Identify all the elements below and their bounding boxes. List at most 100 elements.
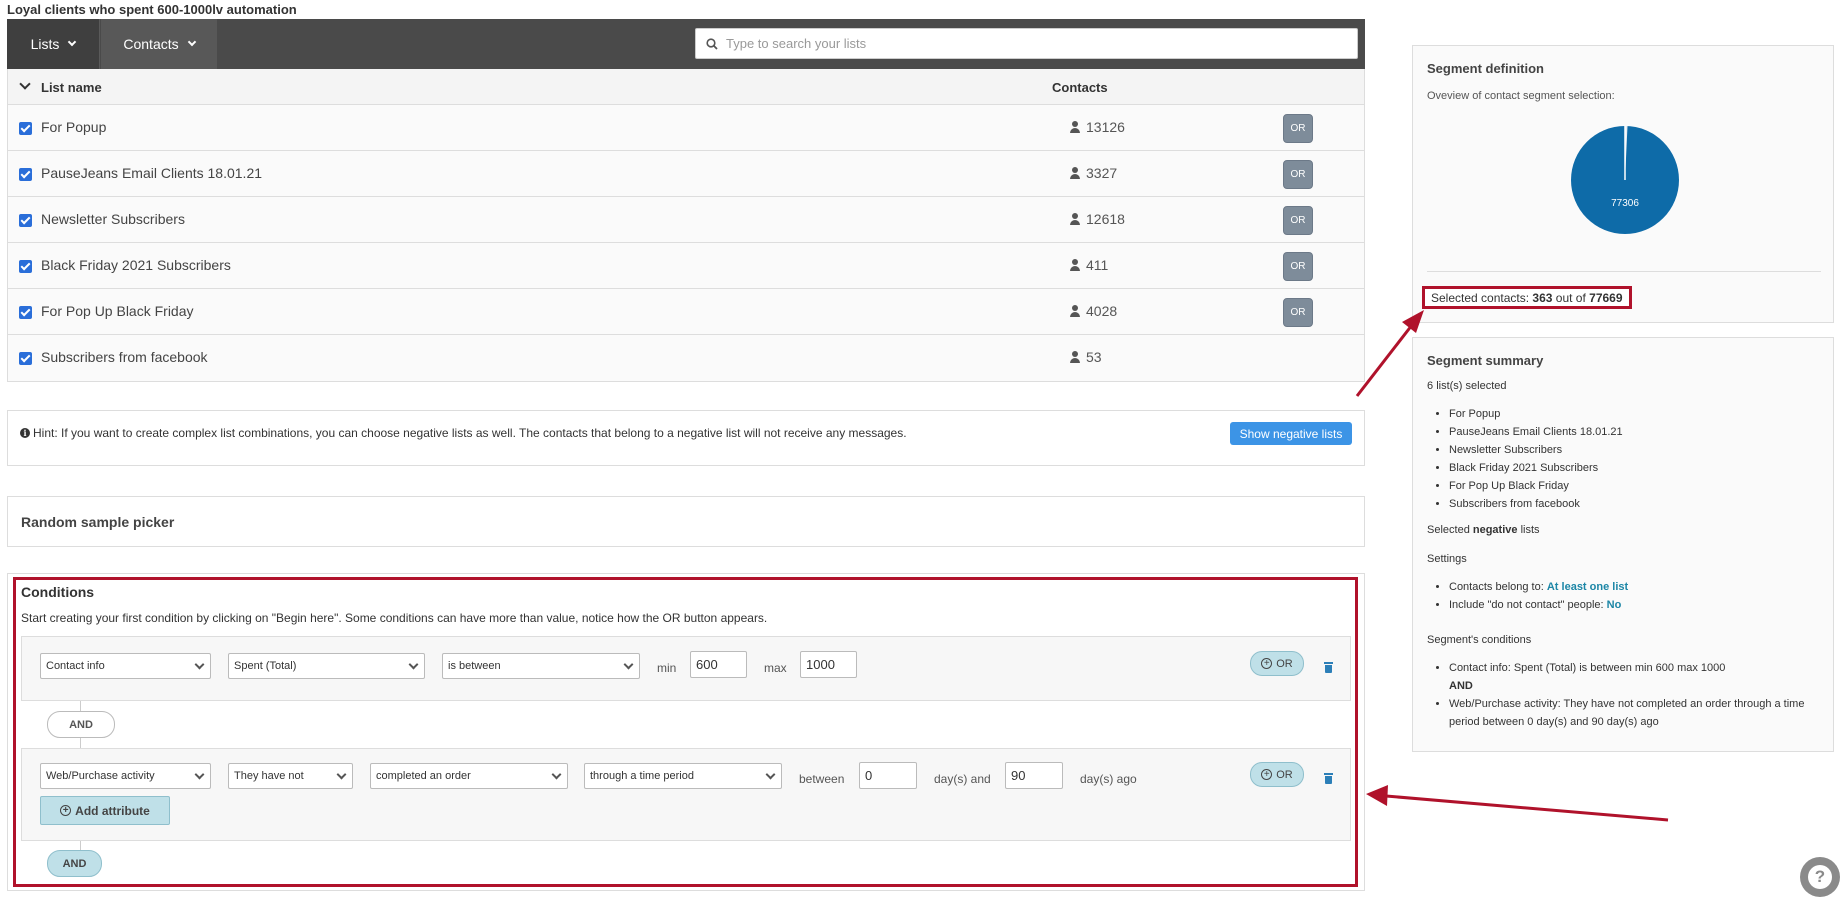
condition-attribute-select[interactable]: Spent (Total) — [228, 653, 425, 679]
conditions-title: Conditions — [21, 584, 95, 600]
condition-action-select[interactable]: completed an order — [370, 763, 568, 789]
contacts-count: 13126 — [1070, 119, 1125, 135]
from-days-input[interactable]: 0 — [859, 762, 917, 789]
belong-label: Contacts belong to: — [1449, 581, 1544, 593]
column-header-list-name: List name — [41, 80, 102, 95]
condition-block — [21, 636, 1351, 701]
condition-block — [21, 748, 1351, 841]
min-label: min — [657, 661, 677, 675]
help-button[interactable]: ? — [1800, 857, 1840, 897]
lists-label: Lists — [30, 36, 60, 52]
person-icon — [1070, 351, 1080, 363]
or-label: OR — [1276, 657, 1293, 670]
max-value-input[interactable]: 1000 — [800, 651, 857, 678]
show-negative-lists-button[interactable]: Show negative lists — [1230, 422, 1352, 445]
contacts-count-value: 12618 — [1086, 211, 1125, 227]
list-item: Include "do not contact" people: No — [1449, 596, 1628, 614]
connector-line — [80, 841, 81, 850]
list-checkbox[interactable] — [19, 168, 32, 181]
select-value: completed an order — [376, 770, 471, 782]
random-sample-title: Random sample picker — [21, 514, 175, 530]
and-button-add[interactable]: AND — [47, 850, 102, 877]
dnc-label: Include "do not contact" people: — [1449, 599, 1604, 611]
or-button[interactable]: OR — [1283, 160, 1313, 189]
condition-text: Contact info: Spent (Total) is between m… — [1449, 662, 1726, 674]
contacts-count-value: 411 — [1086, 257, 1109, 273]
search-box — [695, 28, 1358, 59]
list-name: For Popup — [41, 119, 107, 135]
conditions-intro: Start creating your first condition by c… — [21, 611, 768, 625]
add-or-value-button[interactable]: + OR — [1250, 762, 1304, 787]
table-row: Black Friday 2021 Subscribers 411 OR — [8, 243, 1364, 289]
list-checkbox[interactable] — [19, 260, 32, 273]
condition-field-select[interactable]: Web/Purchase activity — [40, 763, 211, 789]
add-or-value-button[interactable]: + OR — [1250, 651, 1304, 676]
contacts-dropdown-button[interactable]: Contacts — [101, 19, 217, 69]
list-checkbox[interactable] — [19, 352, 32, 365]
trash-icon[interactable] — [1324, 773, 1333, 784]
list-checkbox[interactable] — [19, 306, 32, 319]
list-checkbox[interactable] — [19, 214, 32, 227]
total-count: 77669 — [1589, 290, 1623, 305]
condition-modifier-select[interactable]: They have not — [228, 763, 353, 789]
condition-period-select[interactable]: through a time period — [584, 763, 782, 789]
settings-label: Settings — [1427, 553, 1467, 565]
belong-value-link[interactable]: At least one list — [1547, 581, 1628, 593]
or-label: OR — [1276, 768, 1293, 781]
select-value: They have not — [234, 770, 304, 782]
list-item: Newsletter Subscribers — [1449, 441, 1623, 459]
person-icon — [1070, 259, 1080, 271]
or-button[interactable]: OR — [1283, 252, 1313, 281]
list-name: Subscribers from facebook — [41, 349, 208, 365]
person-icon — [1070, 305, 1080, 317]
segment-pie-chart: 77306 — [1571, 126, 1679, 234]
random-sample-picker[interactable]: Random sample picker — [7, 496, 1365, 547]
out-of-text: out of — [1555, 290, 1586, 305]
dnc-value-link[interactable]: No — [1607, 599, 1622, 611]
list-item: Black Friday 2021 Subscribers — [1449, 459, 1623, 477]
condition-operator-select[interactable]: is between — [442, 653, 640, 679]
select-value: Contact info — [46, 660, 105, 672]
chevron-down-icon — [408, 659, 419, 670]
contacts-count-value: 3327 — [1086, 165, 1118, 181]
list-checkbox[interactable] — [19, 122, 32, 135]
search-icon — [706, 37, 718, 50]
max-label: max — [764, 661, 787, 675]
collapse-chevron-icon[interactable] — [19, 78, 31, 90]
table-row: For Popup 13126 OR — [8, 105, 1364, 151]
lists-dropdown-button[interactable]: Lists — [7, 19, 100, 69]
selected-word: Selected — [1427, 524, 1470, 536]
lists-count: 6 — [1427, 380, 1434, 392]
or-button[interactable]: OR — [1283, 298, 1313, 327]
chevron-down-icon — [194, 659, 205, 670]
search-input[interactable] — [724, 35, 1357, 52]
lists-table: List name Contacts For Popup 13126 OR Pa… — [7, 69, 1365, 382]
table-row: Newsletter Subscribers 12618 OR — [8, 197, 1364, 243]
arrow-line-left — [1385, 794, 1669, 822]
or-button[interactable]: OR — [1283, 206, 1313, 235]
min-value-input[interactable]: 600 — [690, 651, 747, 678]
contacts-count: 411 — [1070, 257, 1108, 273]
settings-list: Contacts belong to: At least one list In… — [1427, 578, 1628, 614]
or-button[interactable]: OR — [1283, 114, 1313, 143]
condition-field-select[interactable]: Contact info — [40, 653, 211, 679]
trash-icon[interactable] — [1324, 662, 1333, 673]
to-days-input[interactable]: 90 — [1005, 762, 1063, 789]
and-button[interactable]: AND — [47, 711, 115, 738]
add-attribute-button[interactable]: + Add attribute — [40, 796, 170, 825]
days-and-label: day(s) and — [934, 772, 991, 786]
person-icon — [1070, 213, 1080, 225]
contacts-count-value: 4028 — [1086, 303, 1118, 319]
pie-value-label: 77306 — [1611, 198, 1639, 209]
selected-prefix: Selected contacts: — [1431, 290, 1530, 305]
selected-count: 363 — [1532, 290, 1553, 305]
person-icon — [1070, 121, 1080, 133]
segment-summary-panel: Segment summary 6 list(s) selected For P… — [1412, 337, 1834, 752]
contacts-count-value: 53 — [1086, 349, 1102, 365]
list-item: Contact info: Spent (Total) is between m… — [1449, 659, 1819, 695]
list-name: Newsletter Subscribers — [41, 211, 185, 227]
contacts-count: 4028 — [1070, 303, 1117, 319]
arrow-head-left — [1366, 785, 1388, 806]
plus-circle-icon: + — [1261, 769, 1273, 780]
contacts-count-value: 13126 — [1086, 119, 1125, 135]
